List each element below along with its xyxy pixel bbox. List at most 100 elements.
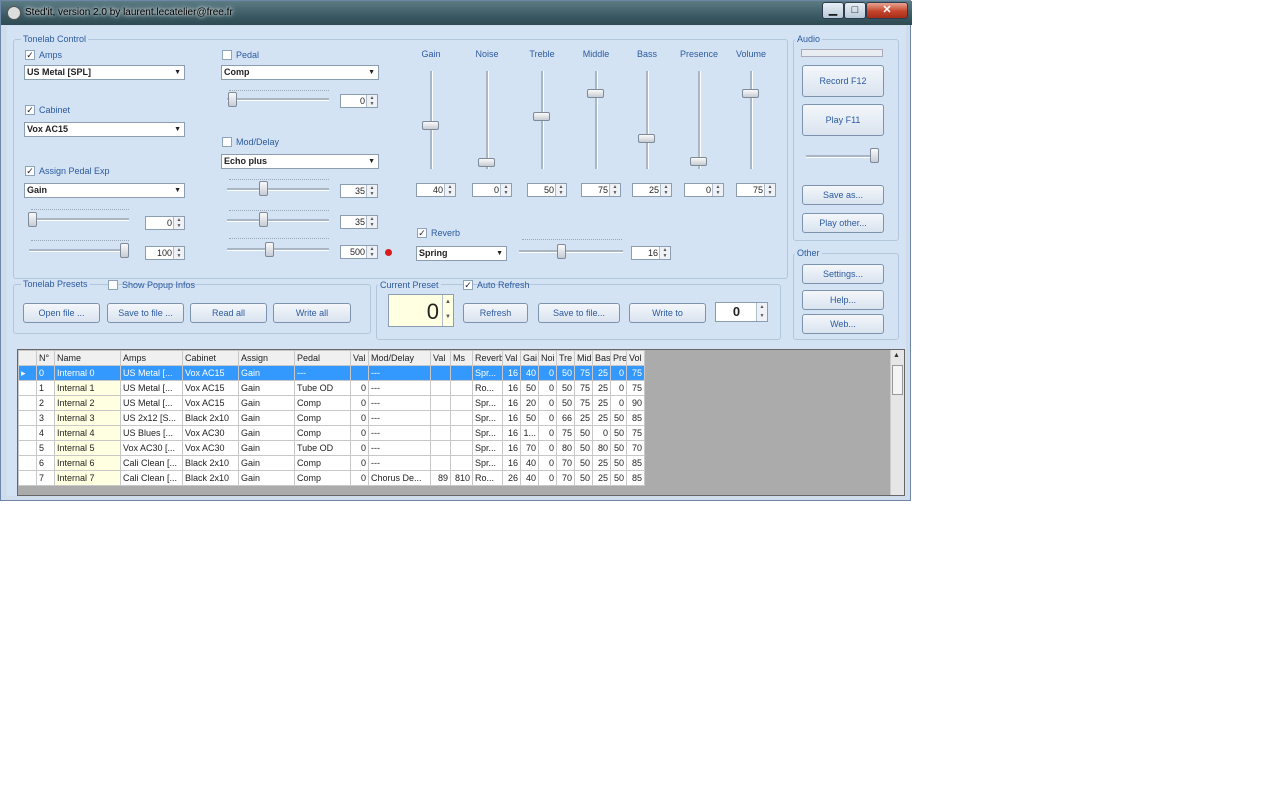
column-header[interactable]: Vol [626,350,645,366]
row-indicator-icon[interactable] [18,455,37,471]
table-cell[interactable]: Black 2x10 [182,455,239,471]
audio-volume-slider-track[interactable] [806,155,878,158]
assign-max-slider-thumb[interactable] [120,243,129,258]
reverb-select[interactable]: Spring ▼ [416,246,507,261]
table-cell[interactable] [450,380,473,396]
table-cell[interactable]: Internal 4 [54,425,121,441]
row-indicator-icon[interactable] [18,440,37,456]
save-as-button[interactable]: Save as... [802,185,884,205]
fader-thumb-volume[interactable] [742,89,759,98]
assign-min-spin[interactable]: 0 ▲ ▼ [145,216,185,230]
fader-spin-noise[interactable]: 0 ▲ ▼ [472,183,512,197]
maximize-button[interactable]: □ [844,2,866,19]
table-cell[interactable]: Vox AC15 [182,365,239,381]
table-cell[interactable]: Gain [238,395,295,411]
assign-checkbox[interactable]: ✓ [25,166,35,176]
table-cell[interactable]: Gain [238,425,295,441]
spin-arrows-icon[interactable]: ▲ ▼ [366,216,377,228]
fader-track-bass[interactable] [646,71,649,169]
table-cell[interactable]: 75 [626,365,645,381]
fader-track-presence[interactable] [698,71,701,169]
column-header[interactable]: Noi [538,350,557,366]
save-current-button[interactable]: Save to file... [538,303,620,323]
table-cell[interactable]: 16 [502,365,521,381]
table-cell[interactable]: Comp [294,455,351,471]
table-cell[interactable]: 66 [556,410,575,426]
table-cell[interactable]: 50 [556,380,575,396]
spin-arrows-icon[interactable]: ▲ ▼ [442,295,453,326]
table-cell[interactable]: Spr... [472,425,503,441]
moddelay-p1-slider-track[interactable] [227,188,329,191]
column-header[interactable] [18,350,37,366]
table-cell[interactable] [450,410,473,426]
table-cell[interactable]: 50 [610,425,627,441]
table-cell[interactable]: 25 [592,470,611,486]
table-cell[interactable]: Vox AC15 [182,395,239,411]
table-cell[interactable]: 16 [502,455,521,471]
table-cell[interactable]: Comp [294,395,351,411]
table-row[interactable]: 6 Internal 6 Cali Clean [... Black 2x10 Gain… [18,455,645,471]
row-indicator-icon[interactable] [18,380,37,396]
table-cell[interactable]: 40 [520,470,539,486]
fader-thumb-noise[interactable] [478,158,495,167]
table-cell[interactable]: 50 [574,455,593,471]
row-indicator-icon[interactable] [18,395,37,411]
row-indicator-icon[interactable] [18,425,37,441]
fader-thumb-gain[interactable] [422,121,439,130]
table-cell[interactable] [430,365,451,381]
table-cell[interactable]: 85 [626,470,645,486]
fader-spin-treble[interactable]: 50 ▲ ▼ [527,183,567,197]
table-cell[interactable]: --- [368,380,431,396]
table-cell[interactable]: Internal 7 [54,470,121,486]
column-header[interactable]: Tre [556,350,575,366]
moddelay-p1-slider-thumb[interactable] [259,181,268,196]
table-row[interactable]: 5 Internal 5 Vox AC30 [... Vox AC30 Gain Tube… [18,440,645,456]
moddelay-p3-spin[interactable]: 500 ▲ ▼ [340,245,378,259]
table-cell[interactable]: Spr... [472,440,503,456]
table-cell[interactable]: 1 [36,380,55,396]
table-cell[interactable]: 26 [502,470,521,486]
table-cell[interactable]: Gain [238,380,295,396]
table-cell[interactable]: 75 [574,365,593,381]
table-cell[interactable]: --- [368,425,431,441]
spin-arrows-icon[interactable]: ▲ ▼ [173,217,184,229]
table-cell[interactable]: Internal 5 [54,440,121,456]
table-cell[interactable]: 1... [520,425,539,441]
table-cell[interactable]: US Blues [... [120,425,183,441]
table-cell[interactable]: 25 [592,455,611,471]
table-cell[interactable]: Spr... [472,395,503,411]
table-cell[interactable]: Vox AC30 [182,440,239,456]
row-indicator-icon[interactable] [18,470,37,486]
pedal-checkbox[interactable] [222,50,232,60]
table-cell[interactable]: Gain [238,470,295,486]
presets-table[interactable]: N° Name Amps Cabinet Assign Pedal Val Mod/Delay… [18,350,645,486]
table-cell[interactable]: 0 [538,365,557,381]
column-header[interactable]: Val [502,350,521,366]
table-cell[interactable]: --- [368,440,431,456]
moddelay-p1-spin[interactable]: 35 ▲ ▼ [340,184,378,198]
fader-thumb-presence[interactable] [690,157,707,166]
spin-arrows-icon[interactable]: ▲ ▼ [555,184,566,196]
row-indicator-icon[interactable] [18,410,37,426]
scrollbar-thumb[interactable] [892,365,903,395]
table-cell[interactable] [350,365,369,381]
table-cell[interactable]: 0 [610,365,627,381]
table-cell[interactable]: Internal 0 [54,365,121,381]
moddelay-p2-spin[interactable]: 35 ▲ ▼ [340,215,378,229]
table-cell[interactable]: 0 [350,440,369,456]
spin-arrows-icon[interactable]: ▲ ▼ [660,184,671,196]
table-cell[interactable]: 0 [538,425,557,441]
reverb-spin[interactable]: 16 ▲ ▼ [631,246,671,260]
table-cell[interactable]: Cali Clean [... [120,470,183,486]
table-cell[interactable]: 70 [520,440,539,456]
table-cell[interactable]: 75 [574,395,593,411]
fader-spin-middle[interactable]: 75 ▲ ▼ [581,183,621,197]
table-cell[interactable]: US Metal [... [120,395,183,411]
column-header[interactable]: Val [430,350,451,366]
table-cell[interactable]: 50 [574,470,593,486]
table-cell[interactable] [430,425,451,441]
spin-arrows-icon[interactable]: ▲ ▼ [609,184,620,196]
table-row[interactable]: 7 Internal 7 Cali Clean [... Black 2x10 Gain… [18,470,645,486]
pedal-spin[interactable]: 0 ▲ ▼ [340,94,378,108]
moddelay-p2-slider-track[interactable] [227,219,329,222]
